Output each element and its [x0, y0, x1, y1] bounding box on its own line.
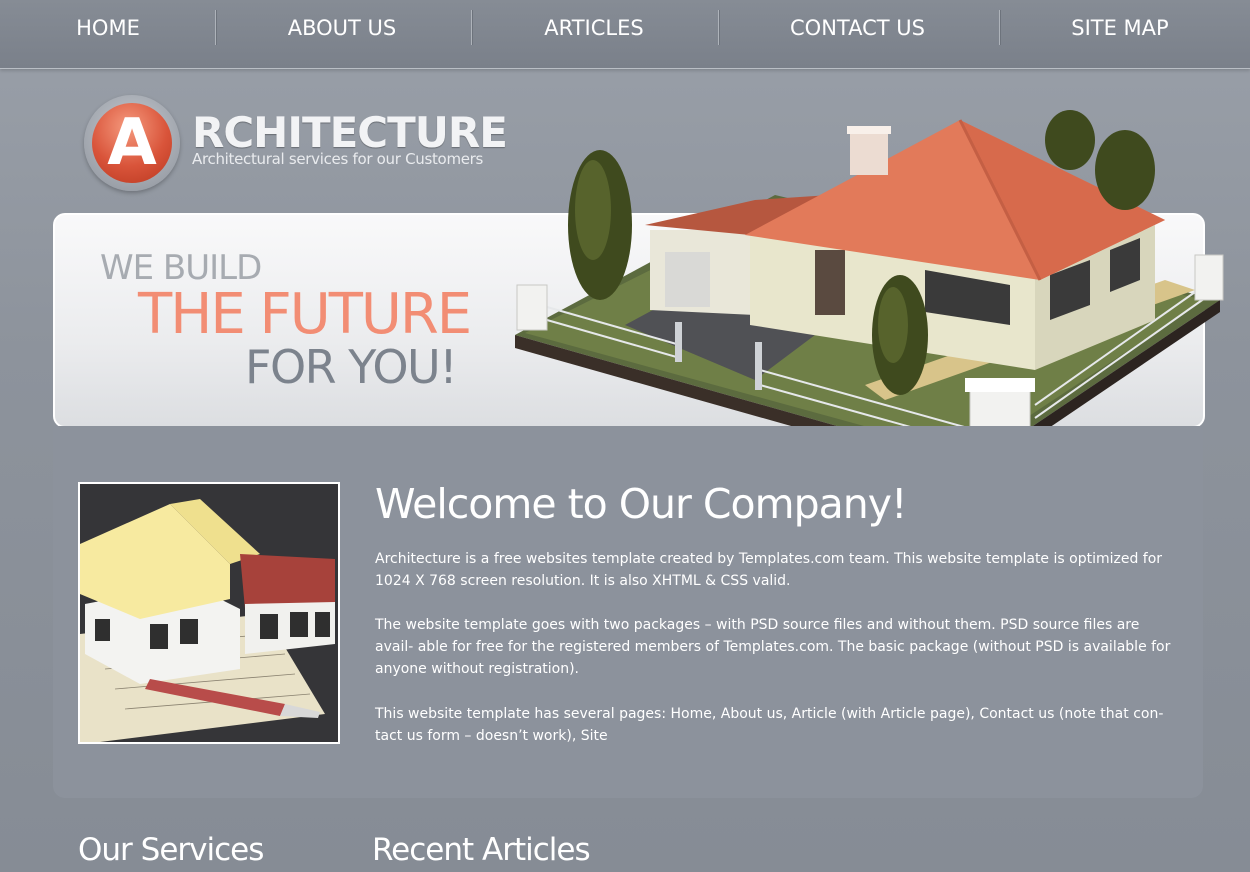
logo-letter: A [92, 103, 172, 183]
house-model-image [78, 482, 340, 744]
nav-contact-us[interactable]: CONTACT US [770, 0, 945, 56]
banner-line-3: FOR YOU! [245, 340, 458, 394]
nav-site-map[interactable]: SITE MAP [1055, 0, 1185, 56]
paragraph-1: Architecture is a free websites template… [375, 551, 1163, 589]
nav-divider [215, 10, 216, 45]
nav-divider [999, 10, 1000, 45]
nav-home[interactable]: HOME [58, 0, 158, 56]
nav-about-us[interactable]: ABOUT US [262, 0, 422, 56]
nav-divider [718, 10, 719, 45]
logo-badge[interactable]: A [84, 95, 180, 191]
banner-line-2: THE FUTURE [138, 282, 472, 347]
welcome-title: Welcome to Our Company! [375, 480, 907, 528]
nav-divider [471, 10, 472, 45]
logo-tagline: Architectural services for our Customers [192, 150, 484, 168]
top-navigation: HOME ABOUT US ARTICLES CONTACT US SITE M… [0, 0, 1250, 69]
our-services-heading: Our Services [78, 832, 264, 868]
paragraph-2: The website template goes with two packa… [375, 617, 1171, 677]
nav-articles[interactable]: ARTICLES [524, 0, 664, 56]
recent-articles-heading: Recent Articles [372, 832, 591, 868]
paragraph-3: This website template has several pages:… [375, 706, 1164, 744]
